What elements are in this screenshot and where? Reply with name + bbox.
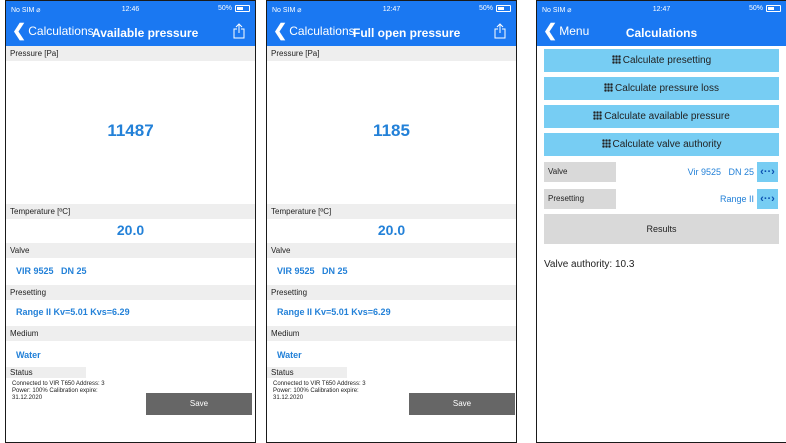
status-line: 31.12.2020 bbox=[273, 395, 304, 401]
valve-label: Valve bbox=[6, 243, 255, 258]
medium-value[interactable]: Water bbox=[277, 350, 302, 360]
button-label: Calculate presetting bbox=[622, 55, 712, 66]
calculate-presetting-button[interactable]: Calculate presetting bbox=[544, 49, 779, 72]
calculate-available-pressure-button[interactable]: Calculate available pressure bbox=[544, 105, 779, 128]
grid-icon bbox=[604, 83, 614, 92]
status-text: Connected to VIR T650 Address: 3 Power: … bbox=[12, 381, 132, 402]
phone-screen-calculations: No SIM ⌀ 12:47 50% ❮ Menu Calculations C… bbox=[536, 0, 786, 443]
presetting-label: Presetting bbox=[6, 285, 255, 300]
status-label: Status bbox=[6, 367, 86, 378]
status-line: Power: 100% Calibration expire: bbox=[273, 388, 359, 394]
status-bar: No SIM ⌀ 12:47 50% bbox=[537, 1, 786, 19]
save-button[interactable]: Save bbox=[409, 393, 515, 415]
nav-bar: ❮ Calculations Full open pressure bbox=[267, 19, 516, 46]
status-line: Connected to VIR T650 Address: 3 bbox=[273, 381, 366, 387]
grid-icon bbox=[601, 139, 611, 148]
valve-authority-text: Valve authority: 10.3 bbox=[544, 259, 635, 270]
battery-icon bbox=[235, 5, 250, 12]
presetting-label: Presetting bbox=[544, 189, 616, 209]
temperature-label: Temperature [ºC] bbox=[267, 204, 516, 219]
status-bar: No SIM ⌀ 12:47 50% bbox=[267, 1, 516, 19]
page-title: Full open pressure bbox=[353, 26, 461, 40]
chevron-left-icon: ❮ bbox=[12, 21, 27, 40]
page-title: Available pressure bbox=[92, 26, 199, 40]
grid-icon bbox=[593, 111, 603, 120]
expand-arrows-icon[interactable]: ‹··› bbox=[757, 189, 778, 209]
status-text: Connected to VIR T650 Address: 3 Power: … bbox=[273, 381, 393, 402]
calculate-pressure-loss-button[interactable]: Calculate pressure loss bbox=[544, 77, 779, 100]
battery-indicator: 50% bbox=[218, 5, 250, 12]
battery-percent: 50% bbox=[217, 5, 232, 12]
status-line: Connected to VIR T650 Address: 3 bbox=[12, 381, 105, 387]
presetting-label: Presetting bbox=[267, 285, 516, 300]
back-button[interactable]: ❮ Calculations bbox=[12, 21, 94, 40]
temperature-label: Temperature [ºC] bbox=[6, 204, 255, 219]
valve-label: Valve bbox=[544, 162, 616, 182]
back-label: Calculations bbox=[28, 24, 94, 38]
chevron-left-icon: ❮ bbox=[273, 21, 288, 40]
battery-icon bbox=[496, 5, 511, 12]
battery-icon bbox=[766, 5, 781, 12]
presetting-value: Range II bbox=[719, 194, 754, 204]
presetting-value[interactable]: Range II Kv=5.01 Kvs=6.29 bbox=[16, 307, 130, 317]
pressure-value: 11487 bbox=[107, 121, 154, 140]
valve-value[interactable]: VIR 9525 DN 25 bbox=[16, 266, 87, 276]
valve-value: Vir 9525 DN 25 bbox=[687, 167, 754, 177]
results-button[interactable]: Results bbox=[544, 214, 779, 244]
page-title: Calculations bbox=[625, 26, 698, 40]
pressure-label: Pressure [Pa] bbox=[6, 46, 255, 61]
phone-screen-full-open-pressure: No SIM ⌀ 12:47 50% ❮ Calculations Full o… bbox=[266, 0, 517, 443]
presetting-value[interactable]: Range II Kv=5.01 Kvs=6.29 bbox=[277, 307, 391, 317]
nav-bar: ❮ Calculations Available pressure bbox=[6, 19, 255, 46]
battery-percent: 50% bbox=[748, 5, 763, 12]
button-label: Calculate valve authority bbox=[612, 139, 722, 150]
valve-value[interactable]: VIR 9525 DN 25 bbox=[277, 266, 348, 276]
temperature-value: 20.0 bbox=[116, 222, 145, 238]
battery-indicator: 50% bbox=[749, 5, 781, 12]
nav-bar: ❮ Menu Calculations bbox=[537, 19, 786, 46]
button-label: Calculate available pressure bbox=[604, 111, 730, 122]
status-bar: No SIM ⌀ 12:46 50% bbox=[6, 1, 255, 19]
status-line: Power: 100% Calibration expire: bbox=[12, 388, 98, 394]
expand-arrows-icon[interactable]: ‹··› bbox=[757, 162, 778, 182]
pressure-value: 1185 bbox=[373, 121, 410, 140]
back-button[interactable]: ❮ Calculations bbox=[273, 21, 355, 40]
back-label: Calculations bbox=[289, 24, 355, 38]
share-icon[interactable] bbox=[233, 23, 245, 39]
valve-label: Valve bbox=[267, 243, 516, 258]
battery-indicator: 50% bbox=[479, 5, 511, 12]
medium-value[interactable]: Water bbox=[16, 350, 41, 360]
presetting-value-field[interactable]: Range II bbox=[617, 189, 757, 209]
temperature-value: 20.0 bbox=[377, 222, 406, 238]
button-label: Calculate pressure loss bbox=[615, 83, 719, 94]
calculate-valve-authority-button[interactable]: Calculate valve authority bbox=[544, 133, 779, 156]
medium-label: Medium bbox=[267, 326, 516, 341]
status-label: Status bbox=[267, 367, 347, 378]
grid-icon bbox=[611, 55, 621, 64]
status-line: 31.12.2020 bbox=[12, 395, 43, 401]
pressure-label: Pressure [Pa] bbox=[267, 46, 516, 61]
save-button[interactable]: Save bbox=[146, 393, 252, 415]
medium-label: Medium bbox=[6, 326, 255, 341]
battery-percent: 50% bbox=[478, 5, 493, 12]
phone-screen-available-pressure: No SIM ⌀ 12:46 50% ❮ Calculations Availa… bbox=[5, 0, 256, 443]
share-icon[interactable] bbox=[494, 23, 506, 39]
valve-value-field[interactable]: Vir 9525 DN 25 bbox=[617, 162, 757, 182]
